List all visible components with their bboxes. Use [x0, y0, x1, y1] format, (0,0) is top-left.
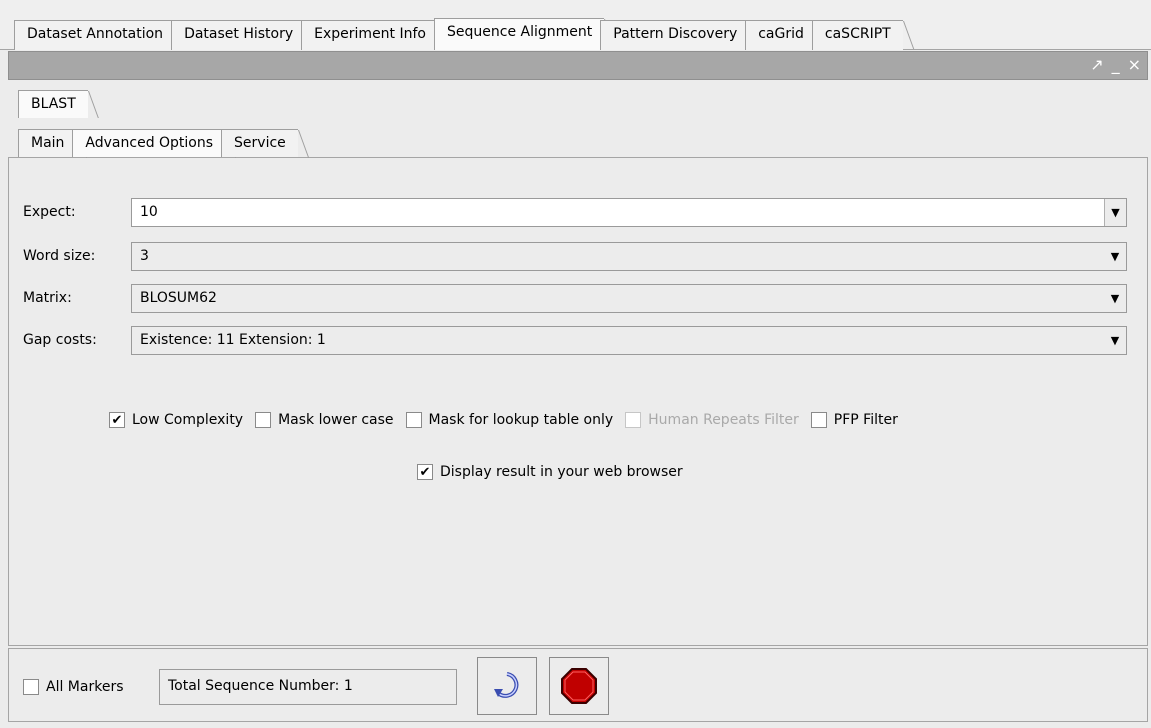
chevron-down-icon[interactable]: ▼ [1104, 327, 1126, 354]
refresh-button[interactable] [477, 657, 537, 715]
close-icon[interactable]: × [1128, 55, 1141, 74]
minimize-icon[interactable]: _ [1112, 55, 1120, 74]
display-in-browser-checkbox[interactable]: ✔ Display result in your web browser [417, 464, 683, 480]
checkbox-icon[interactable] [810, 412, 827, 428]
tab-dataset-history[interactable]: Dataset History [171, 20, 306, 50]
word-size-select[interactable]: 3 ▼ [131, 242, 1127, 271]
checkbox-icon[interactable] [23, 679, 39, 695]
matrix-select[interactable]: BLOSUM62 ▼ [131, 284, 1127, 313]
pfp-filter-checkbox[interactable]: PFP Filter [810, 412, 898, 428]
all-markers-label: All Markers [46, 679, 124, 695]
word-size-label: Word size: [23, 248, 96, 264]
chevron-down-icon[interactable]: ▼ [1104, 285, 1126, 312]
filter-checkboxes: ✔ Low Complexity Mask lower case Mask fo… [109, 412, 910, 428]
panel-header: ↗ _ × [8, 51, 1148, 80]
checkbox-icon [625, 412, 642, 428]
chevron-down-icon[interactable]: ▼ [1104, 199, 1126, 226]
human-repeats-filter-label: Human Repeats Filter [648, 412, 799, 428]
gap-costs-value: Existence: 11 Extension: 1 [140, 332, 326, 348]
tab-pattern-discovery[interactable]: Pattern Discovery [600, 20, 750, 50]
expect-value[interactable]: 10 [140, 204, 158, 220]
tab-cascript[interactable]: caSCRIPT [811, 20, 903, 50]
expect-combo[interactable]: 10 ▼ [131, 198, 1127, 227]
mask-lookup-table-checkbox[interactable]: Mask for lookup table only [405, 412, 614, 428]
word-size-value: 3 [140, 248, 149, 264]
gap-costs-select[interactable]: Existence: 11 Extension: 1 ▼ [131, 326, 1127, 355]
mask-lookup-table-label: Mask for lookup table only [428, 412, 614, 428]
tab-sequence-alignment[interactable]: Sequence Alignment [434, 18, 605, 50]
human-repeats-filter-checkbox: Human Repeats Filter [625, 412, 799, 428]
tab-experiment-info[interactable]: Experiment Info [301, 20, 438, 50]
tab-main[interactable]: Main [18, 129, 77, 157]
mask-lower-case-label: Mask lower case [278, 412, 394, 428]
expect-row: Expect: 10 ▼ [9, 198, 1149, 228]
tab-blast[interactable]: BLAST [18, 90, 88, 118]
options-tab-bar: Main Advanced Options Service [8, 118, 1148, 158]
expect-label: Expect: [23, 204, 76, 220]
word-size-row: Word size: 3 ▼ [9, 242, 1149, 272]
display-in-browser-label: Display result in your web browser [440, 464, 683, 480]
maximize-icon[interactable]: ↗ [1090, 55, 1103, 74]
stop-icon [561, 668, 597, 704]
refresh-icon [494, 672, 519, 698]
total-sequence-field: Total Sequence Number: 1 [159, 669, 457, 705]
low-complexity-label: Low Complexity [132, 412, 244, 428]
matrix-value: BLOSUM62 [140, 290, 217, 306]
gap-costs-label: Gap costs: [23, 332, 97, 348]
main-tab-bar: Dataset Annotation Dataset History Exper… [0, 0, 1151, 50]
low-complexity-checkbox[interactable]: ✔ Low Complexity [109, 412, 243, 428]
stop-button[interactable] [549, 657, 609, 715]
checkbox-checked-icon[interactable]: ✔ [417, 464, 433, 480]
checkbox-icon[interactable] [405, 412, 422, 428]
advanced-options-panel: Expect: 10 ▼ Word size: 3 ▼ Matrix: BLOS… [8, 158, 1148, 646]
tool-tab-bar: BLAST [8, 80, 1148, 118]
pfp-filter-label: PFP Filter [833, 412, 898, 428]
tab-service[interactable]: Service [221, 129, 298, 157]
all-markers-checkbox[interactable]: All Markers [23, 679, 124, 695]
matrix-label: Matrix: [23, 290, 72, 306]
chevron-down-icon[interactable]: ▼ [1104, 243, 1126, 270]
tab-advanced-options[interactable]: Advanced Options [72, 129, 226, 157]
mask-lower-case-checkbox[interactable]: Mask lower case [255, 412, 394, 428]
tab-cagrid[interactable]: caGrid [745, 20, 816, 50]
checkbox-checked-icon[interactable]: ✔ [109, 412, 125, 428]
matrix-row: Matrix: BLOSUM62 ▼ [9, 284, 1149, 314]
tab-dataset-annotation[interactable]: Dataset Annotation [14, 20, 176, 50]
footer-bar: All Markers Total Sequence Number: 1 [8, 648, 1148, 722]
checkbox-icon[interactable] [255, 412, 272, 428]
gap-costs-row: Gap costs: Existence: 11 Extension: 1 ▼ [9, 326, 1149, 356]
